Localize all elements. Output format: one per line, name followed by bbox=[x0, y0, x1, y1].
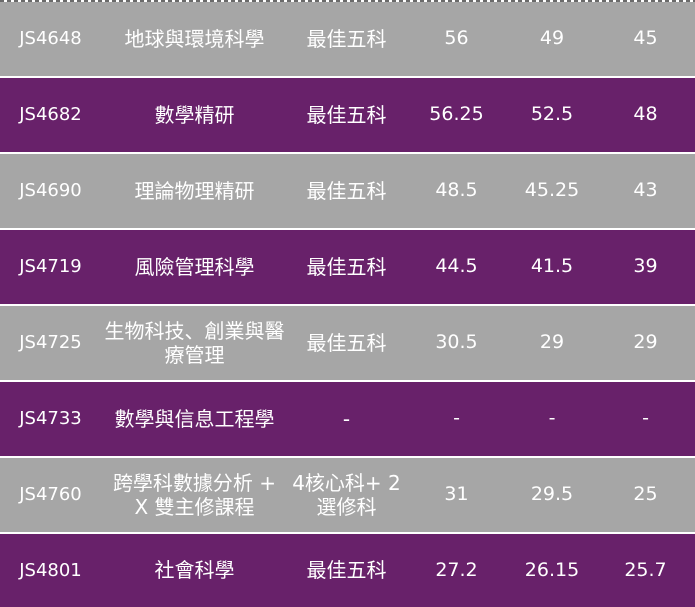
programme-name: 跨學科數據分析 + X 雙主修課程 bbox=[101, 457, 288, 534]
median-score: 49 bbox=[508, 2, 596, 78]
programme-name: 數學精研 bbox=[101, 77, 288, 154]
lower-quartile-score: - bbox=[596, 381, 695, 458]
programme-name: 理論物理精研 bbox=[101, 153, 288, 230]
lower-quartile-score: 45 bbox=[596, 2, 695, 78]
admission-scores-table: JS4648 地球與環境科學 最佳五科 56 49 45 JS4682 數學精研… bbox=[0, 2, 695, 607]
programme-code: JS4648 bbox=[0, 2, 101, 78]
programme-name: 數學與信息工程學 bbox=[101, 381, 288, 458]
upper-quartile-score: 48.5 bbox=[405, 153, 508, 230]
lower-quartile-score: 48 bbox=[596, 77, 695, 154]
upper-quartile-score: - bbox=[405, 381, 508, 458]
scoring-method: 最佳五科 bbox=[288, 229, 405, 306]
table-row: JS4760 跨學科數據分析 + X 雙主修課程 4核心科+ 2 選修科 31 … bbox=[0, 457, 695, 534]
scoring-method: - bbox=[288, 381, 405, 458]
upper-quartile-score: 31 bbox=[405, 457, 508, 534]
median-score: 45.25 bbox=[508, 153, 596, 230]
table-row: JS4801 社會科學 最佳五科 27.2 26.15 25.7 bbox=[0, 533, 695, 607]
table-row: JS4682 數學精研 最佳五科 56.25 52.5 48 bbox=[0, 77, 695, 154]
programme-name: 地球與環境科學 bbox=[101, 2, 288, 78]
upper-quartile-score: 27.2 bbox=[405, 533, 508, 607]
upper-quartile-score: 56 bbox=[405, 2, 508, 78]
programme-code: JS4719 bbox=[0, 229, 101, 306]
table-row: JS4719 風險管理科學 最佳五科 44.5 41.5 39 bbox=[0, 229, 695, 306]
lower-quartile-score: 29 bbox=[596, 305, 695, 382]
upper-quartile-score: 56.25 bbox=[405, 77, 508, 154]
programme-code: JS4801 bbox=[0, 533, 101, 607]
median-score: 26.15 bbox=[508, 533, 596, 607]
scoring-method: 4核心科+ 2 選修科 bbox=[288, 457, 405, 534]
median-score: 29 bbox=[508, 305, 596, 382]
programme-code: JS4733 bbox=[0, 381, 101, 458]
upper-quartile-score: 44.5 bbox=[405, 229, 508, 306]
programme-code: JS4760 bbox=[0, 457, 101, 534]
lower-quartile-score: 43 bbox=[596, 153, 695, 230]
scoring-method: 最佳五科 bbox=[288, 153, 405, 230]
programme-name: 風險管理科學 bbox=[101, 229, 288, 306]
median-score: 41.5 bbox=[508, 229, 596, 306]
scoring-method: 最佳五科 bbox=[288, 77, 405, 154]
table-row: JS4725 生物科技、創業與醫療管理 最佳五科 30.5 29 29 bbox=[0, 305, 695, 382]
lower-quartile-score: 25.7 bbox=[596, 533, 695, 607]
scoring-method: 最佳五科 bbox=[288, 2, 405, 78]
programme-code: JS4682 bbox=[0, 77, 101, 154]
median-score: - bbox=[508, 381, 596, 458]
upper-quartile-score: 30.5 bbox=[405, 305, 508, 382]
median-score: 29.5 bbox=[508, 457, 596, 534]
programme-code: JS4690 bbox=[0, 153, 101, 230]
median-score: 52.5 bbox=[508, 77, 596, 154]
lower-quartile-score: 39 bbox=[596, 229, 695, 306]
programme-name: 生物科技、創業與醫療管理 bbox=[101, 305, 288, 382]
programme-name: 社會科學 bbox=[101, 533, 288, 607]
table-row: JS4733 數學與信息工程學 - - - - bbox=[0, 381, 695, 458]
table-row: JS4690 理論物理精研 最佳五科 48.5 45.25 43 bbox=[0, 153, 695, 230]
scoring-method: 最佳五科 bbox=[288, 305, 405, 382]
programme-code: JS4725 bbox=[0, 305, 101, 382]
table-row: JS4648 地球與環境科學 最佳五科 56 49 45 bbox=[0, 2, 695, 78]
lower-quartile-score: 25 bbox=[596, 457, 695, 534]
scoring-method: 最佳五科 bbox=[288, 533, 405, 607]
